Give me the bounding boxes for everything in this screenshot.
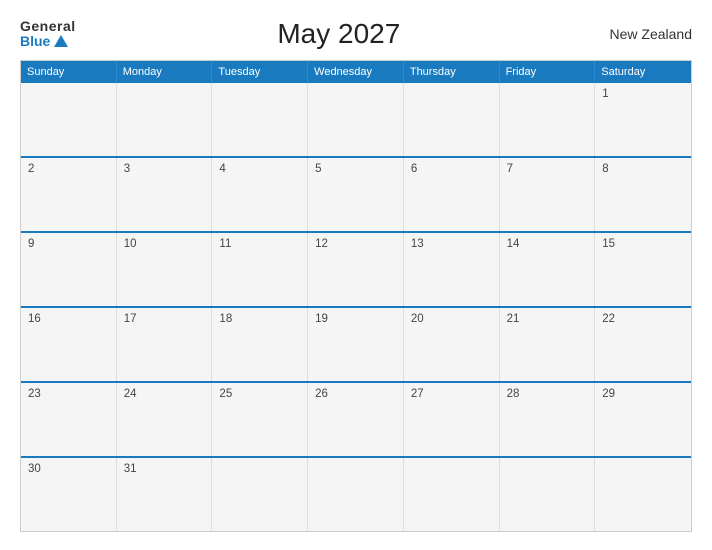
weeks-container: 1234567891011121314151617181920212223242…	[21, 83, 691, 531]
day-cell: 3	[117, 158, 213, 231]
country-label: New Zealand	[602, 26, 692, 42]
day-cell	[404, 458, 500, 531]
logo-blue-text: Blue	[20, 34, 68, 49]
week-row-4: 16 17 18 19 20 21 22	[21, 306, 691, 381]
day-number: 23	[28, 388, 109, 400]
day-number: 3	[124, 163, 205, 175]
day-cell: 24	[117, 383, 213, 456]
day-number: 25	[219, 388, 300, 400]
day-cell: 19	[308, 308, 404, 381]
week-row-3: 9 10 11 12 13 14 15	[21, 231, 691, 306]
day-cell	[500, 458, 596, 531]
day-cell: 29	[595, 383, 691, 456]
day-cell: 4	[212, 158, 308, 231]
day-number: 19	[315, 313, 396, 325]
day-number: 28	[507, 388, 588, 400]
day-cell: 30	[21, 458, 117, 531]
day-number: 15	[602, 238, 684, 250]
day-number: 8	[602, 163, 684, 175]
day-cell: 18	[212, 308, 308, 381]
day-number: 13	[411, 238, 492, 250]
day-header-tuesday: Tuesday	[212, 61, 308, 83]
day-cell: 28	[500, 383, 596, 456]
day-number: 18	[219, 313, 300, 325]
day-cell: 26	[308, 383, 404, 456]
day-number: 4	[219, 163, 300, 175]
day-cell: 25	[212, 383, 308, 456]
day-cell: 23	[21, 383, 117, 456]
day-number: 14	[507, 238, 588, 250]
week-row-1: 1	[21, 83, 691, 156]
day-number: 9	[28, 238, 109, 250]
day-cell: 15	[595, 233, 691, 306]
day-number: 31	[124, 463, 205, 475]
day-cell: 1	[595, 83, 691, 156]
day-cell	[595, 458, 691, 531]
day-number: 26	[315, 388, 396, 400]
day-number: 27	[411, 388, 492, 400]
month-title: May 2027	[76, 18, 602, 50]
day-number: 16	[28, 313, 109, 325]
day-header-friday: Friday	[500, 61, 596, 83]
day-number: 12	[315, 238, 396, 250]
day-number: 21	[507, 313, 588, 325]
days-header: SundayMondayTuesdayWednesdayThursdayFrid…	[21, 61, 691, 83]
day-cell: 31	[117, 458, 213, 531]
day-number: 2	[28, 163, 109, 175]
day-cell: 13	[404, 233, 500, 306]
day-number: 7	[507, 163, 588, 175]
day-cell: 14	[500, 233, 596, 306]
day-number: 17	[124, 313, 205, 325]
day-header-monday: Monday	[117, 61, 213, 83]
week-row-5: 23 24 25 26 27 28 29	[21, 381, 691, 456]
day-number: 22	[602, 313, 684, 325]
logo-general-text: General	[20, 19, 76, 34]
day-cell: 6	[404, 158, 500, 231]
day-number: 6	[411, 163, 492, 175]
day-header-wednesday: Wednesday	[308, 61, 404, 83]
day-cell: 21	[500, 308, 596, 381]
day-cell: 9	[21, 233, 117, 306]
day-cell	[308, 458, 404, 531]
day-cell: 10	[117, 233, 213, 306]
logo-triangle-icon	[54, 35, 68, 47]
week-row-6: 30 31	[21, 456, 691, 531]
day-number: 30	[28, 463, 109, 475]
day-cell	[117, 83, 213, 156]
day-cell: 7	[500, 158, 596, 231]
day-number: 1	[602, 88, 684, 100]
day-cell: 17	[117, 308, 213, 381]
day-number: 29	[602, 388, 684, 400]
day-cell	[212, 458, 308, 531]
calendar-header: General Blue May 2027 New Zealand	[20, 18, 692, 50]
calendar: SundayMondayTuesdayWednesdayThursdayFrid…	[20, 60, 692, 532]
day-cell: 27	[404, 383, 500, 456]
day-header-saturday: Saturday	[595, 61, 691, 83]
day-number: 11	[219, 238, 300, 250]
day-number: 20	[411, 313, 492, 325]
day-cell	[500, 83, 596, 156]
day-cell	[212, 83, 308, 156]
day-cell: 5	[308, 158, 404, 231]
day-cell: 16	[21, 308, 117, 381]
day-cell: 12	[308, 233, 404, 306]
day-cell: 22	[595, 308, 691, 381]
day-cell	[404, 83, 500, 156]
day-cell: 20	[404, 308, 500, 381]
week-row-2: 2 3 4 5 6 7 8	[21, 156, 691, 231]
day-number: 10	[124, 238, 205, 250]
logo: General Blue	[20, 19, 76, 50]
day-number: 5	[315, 163, 396, 175]
day-header-thursday: Thursday	[404, 61, 500, 83]
day-header-sunday: Sunday	[21, 61, 117, 83]
day-cell	[308, 83, 404, 156]
day-cell: 11	[212, 233, 308, 306]
day-number: 24	[124, 388, 205, 400]
day-cell: 8	[595, 158, 691, 231]
day-cell	[21, 83, 117, 156]
day-cell: 2	[21, 158, 117, 231]
